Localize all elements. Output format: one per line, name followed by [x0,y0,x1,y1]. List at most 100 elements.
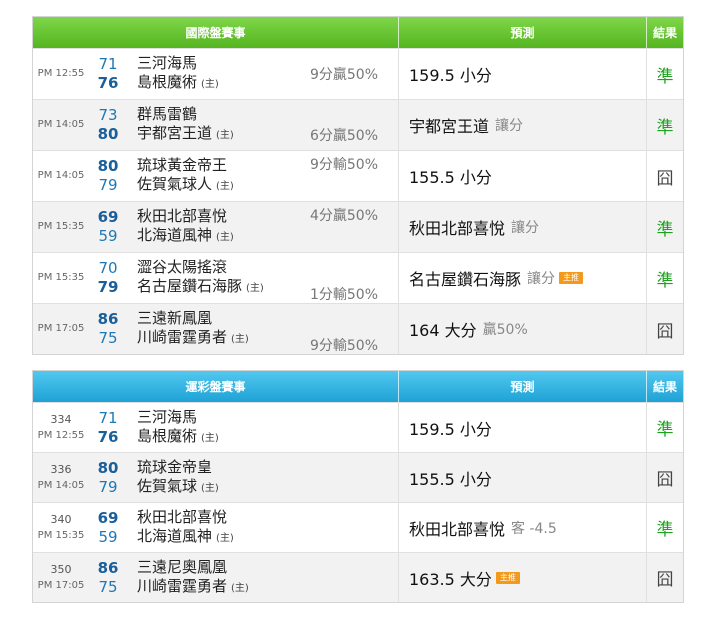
scores: 86 75 [89,304,127,354]
result-badge: 準 [656,117,674,138]
margin-info: 4分贏50% [309,208,378,224]
scores: 80 79 [89,151,127,201]
prediction-text: 164 大分 [409,321,477,340]
game-number: 336 [50,462,72,476]
home-marker: (主) [201,432,219,444]
home-team: 川崎雷霆勇者 [137,576,228,595]
prediction-extra: 贏50% [482,322,528,338]
prediction-extra: 讓分 [511,220,540,236]
header-prediction: 預測 [399,17,647,48]
prediction: 155.5 小分 [399,151,647,201]
away-score: 71 [98,408,118,427]
table-row: 350 PM 17:05 86 75 三遠尼奧鳳凰 川崎雷霆勇者 (主) 163.… [33,552,683,602]
result-badge: 準 [656,219,674,240]
lottery-predictions-table: 運彩盤賽事 預測 結果 334 PM 12:55 71 76 三河海馬 島根魔術… [32,370,684,603]
table-row: PM 15:35 70 79 澀谷太陽搖滾 名古屋鑽石海豚 (主) 1分輸50% … [33,252,683,303]
teams: 澀谷太陽搖滾 名古屋鑽石海豚 (主) 1分輸50% [127,253,399,303]
result-badge: 準 [656,66,674,87]
scores: 71 76 [89,49,127,99]
away-team: 群馬雷鶴 [137,105,198,123]
away-team: 三遠尼奧鳳凰 [137,557,228,576]
game-time: PM 15:35 [37,272,85,283]
home-team: 北海道風神 [137,226,213,244]
game-info: 340 PM 15:35 [33,503,89,552]
prediction-extra: 客 -4.5 [511,520,557,537]
away-score: 69 [97,508,119,527]
table-row: PM 17:05 86 75 三遠新鳳凰 川崎雷霆勇者 (主) 9分輸50% 16… [33,303,683,354]
away-team: 秋田北部喜悅 [137,507,228,526]
home-marker: (主) [201,482,219,494]
home-score: 75 [98,577,118,596]
prediction-text: 名古屋鑽石海豚 [409,270,522,289]
header-game: 運彩盤賽事 [33,371,399,402]
table-row: PM 14:05 73 80 群馬雷鶴 宇都宮王道 (主) 6分贏50% 宇都宮王… [33,99,683,150]
prediction: 宇都宮王道 讓分 [399,100,647,150]
home-marker: (主) [231,582,249,594]
teams: 琉球黃金帝王 佐賀氣球人 (主) 9分輸50% [127,151,399,201]
prediction-text: 宇都宮王道 [409,117,490,136]
table-row: PM 14:05 80 79 琉球黃金帝王 佐賀氣球人 (主) 9分輸50% 15… [33,150,683,201]
header-game: 國際盤賽事 [33,17,399,48]
result-badge: 準 [656,420,674,440]
home-score: 80 [97,125,119,143]
teams: 三遠新鳳凰 川崎雷霆勇者 (主) 9分輸50% [127,304,399,354]
table-row: 336 PM 14:05 80 79 琉球金帝皇 佐賀氣球 (主) 155.5 小… [33,452,683,502]
teams: 三河海馬 島根魔術 (主) [127,403,399,452]
scores: 70 79 [89,253,127,303]
table-header: 運彩盤賽事 預測 結果 [33,371,683,402]
table-row: 334 PM 12:55 71 76 三河海馬 島根魔術 (主) 159.5 小分… [33,402,683,452]
table-row: PM 15:35 69 59 秋田北部喜悅 北海道風神 (主) 4分贏50% 秋田… [33,201,683,252]
prediction: 155.5 小分 [399,453,647,502]
home-score: 79 [97,278,119,296]
prediction-text: 155.5 小分 [409,168,492,187]
scores: 73 80 [89,100,127,150]
home-score: 79 [98,176,118,194]
game-info: 334 PM 12:55 [33,403,89,452]
home-marker: (主) [216,130,234,141]
teams: 秋田北部喜悅 北海道風神 (主) [127,503,399,552]
teams: 群馬雷鶴 宇都宮王道 (主) 6分贏50% [127,100,399,150]
result-badge: 囧 [656,470,674,490]
featured-badge: 主推 [495,571,520,584]
header-prediction: 預測 [399,371,647,402]
prediction-text: 159.5 小分 [409,419,492,439]
prediction: 秋田北部喜悅 讓分 [399,202,647,252]
away-score: 71 [98,55,118,73]
prediction: 名古屋鑽石海豚 讓分 主推 [399,253,647,303]
prediction: 163.5 大分 主推 [399,553,647,602]
prediction: 164 大分 贏50% [399,304,647,354]
home-team: 佐賀氣球人 [137,175,213,193]
game-time: PM 14:05 [37,170,85,181]
away-team: 琉球金帝皇 [137,457,213,476]
game-info: 350 PM 17:05 [33,553,89,602]
scores: 86 75 [89,553,127,602]
game-time: PM 12:55 [37,68,85,79]
away-score: 80 [97,458,119,477]
game-time: PM 17:05 [37,579,85,591]
header-result: 結果 [652,380,677,394]
game-time: PM 17:05 [37,323,85,334]
game-time: PM 14:05 [37,119,85,130]
away-team: 澀谷太陽搖滾 [137,258,228,276]
header-result: 結果 [652,26,677,40]
home-score: 59 [98,527,118,546]
away-score: 86 [97,310,119,328]
intl-predictions-table: 國際盤賽事 預測 結果 PM 12:55 71 76 三河海馬 島根魔術 (主) … [32,16,684,355]
result-badge: 囧 [656,168,674,189]
prediction-text: 秋田北部喜悅 [409,219,506,238]
home-marker: (主) [231,334,249,345]
home-team: 佐賀氣球 [137,476,198,495]
home-team: 島根魔術 [137,426,198,445]
home-team: 宇都宮王道 [137,124,213,142]
home-score: 59 [98,227,118,245]
prediction-text: 159.5 小分 [409,66,492,85]
teams: 三遠尼奧鳳凰 川崎雷霆勇者 (主) [127,553,399,602]
table-header: 國際盤賽事 預測 結果 [33,17,683,48]
away-score: 73 [98,106,118,124]
scores: 80 79 [89,453,127,502]
home-team: 名古屋鑽石海豚 [137,277,243,295]
game-number: 350 [50,562,72,576]
home-marker: (主) [201,79,219,90]
game-time: PM 12:55 [37,429,85,441]
prediction-extra: 讓分 [527,271,556,287]
